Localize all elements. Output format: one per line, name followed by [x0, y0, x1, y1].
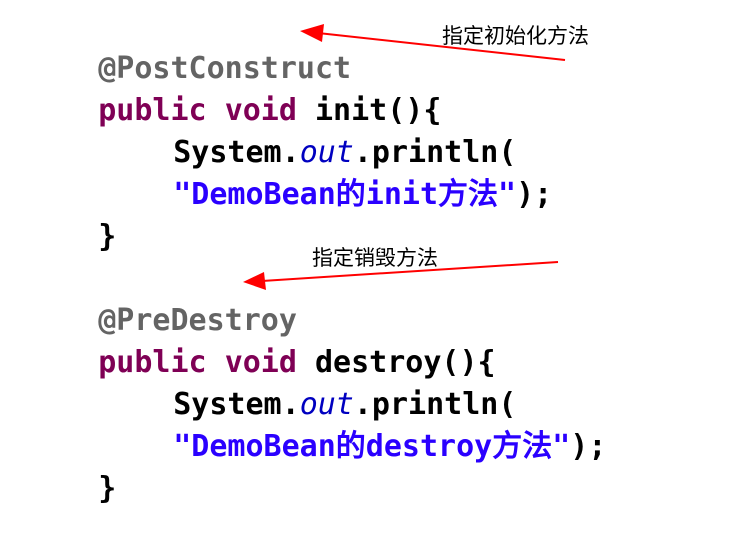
closing-brace: }: [98, 471, 117, 506]
init-note-arrow-icon: [300, 24, 566, 61]
annotation-arrows: [243, 24, 566, 290]
destroy-note-arrow-icon: [243, 261, 559, 290]
